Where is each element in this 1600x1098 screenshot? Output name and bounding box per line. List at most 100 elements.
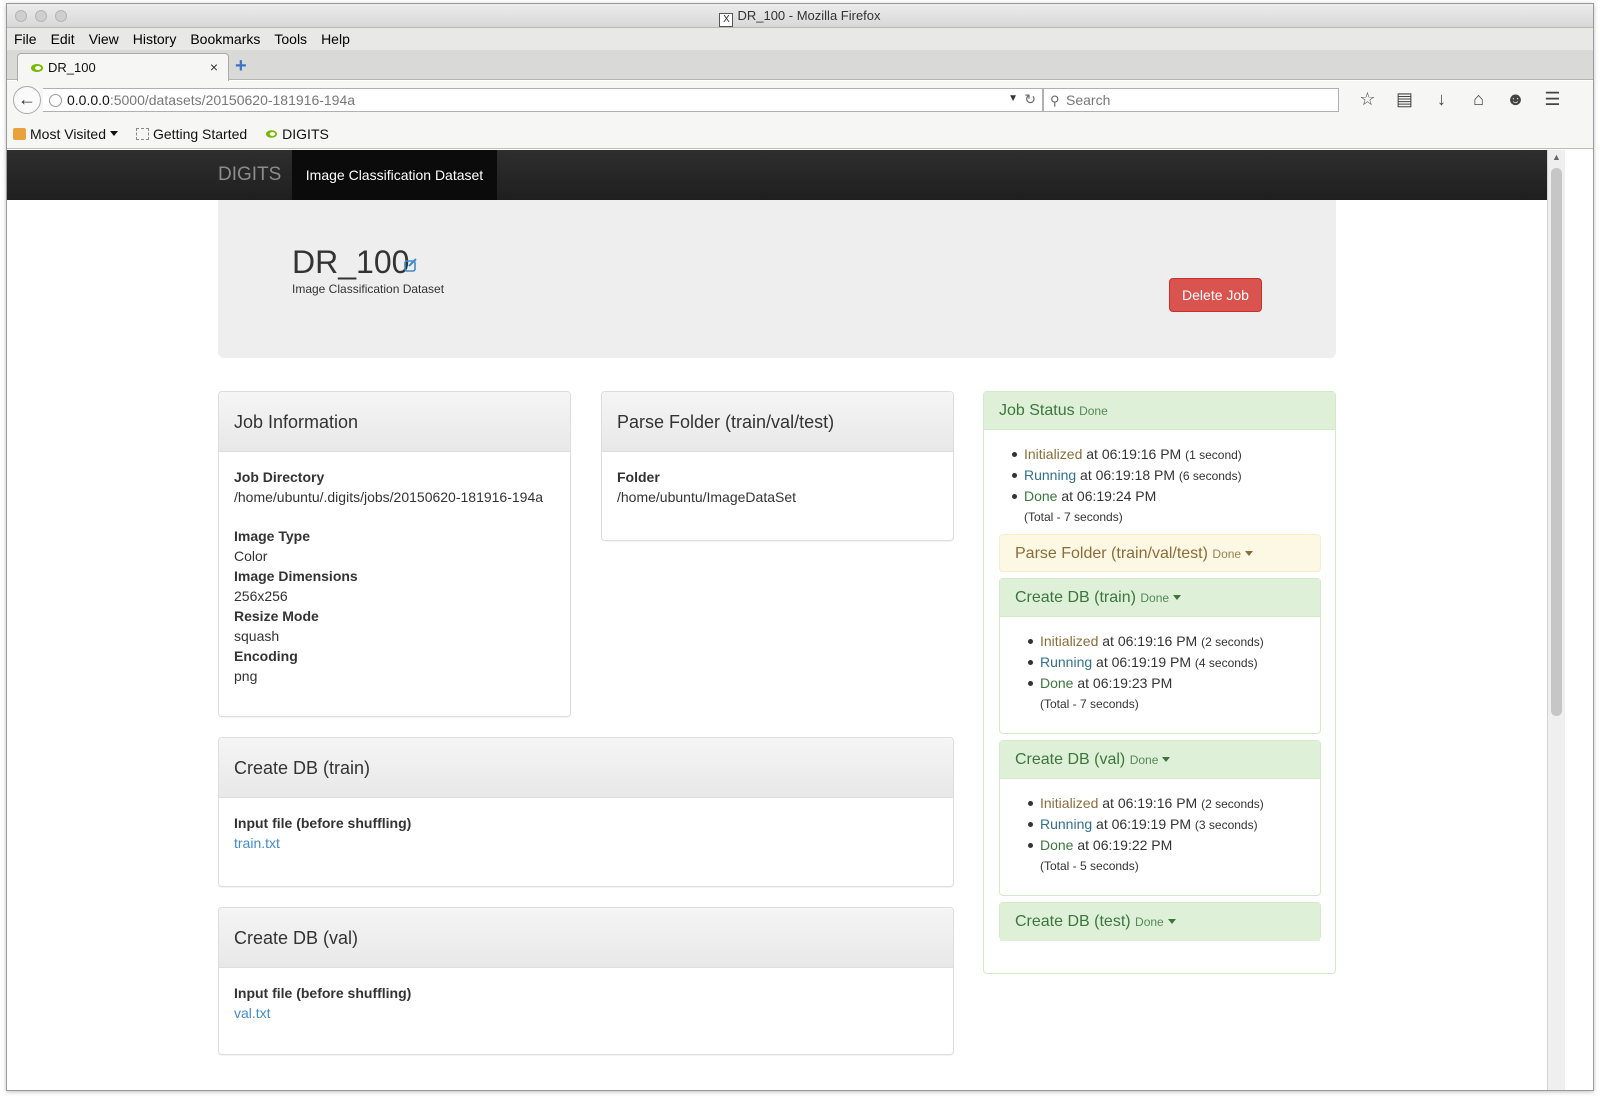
field-label: Encoding [234, 648, 298, 664]
job-header: DR_100 Image Classification Dataset Dele… [218, 200, 1336, 358]
nvidia-icon [31, 64, 43, 72]
field-label: Image Type [234, 528, 310, 544]
tab-label: DR_100 [48, 60, 96, 75]
menu-file[interactable]: File [14, 31, 37, 47]
timeline-item: Done at 06:19:23 PM [1028, 673, 1320, 693]
timeline-item: Running at 06:19:18 PM (6 seconds) [1012, 465, 1335, 486]
task-parse-folder[interactable]: Parse Folder (train/val/test) Done [999, 534, 1321, 572]
field-value: /home/ubuntu/.digits/jobs/20150620-18191… [234, 489, 544, 505]
navigation-bar: ← 0.0.0.0:5000/datasets/20150620-181916-… [7, 81, 1593, 119]
reload-icon[interactable]: ↻ [1024, 91, 1036, 108]
panel-title: Parse Folder (train/val/test) [602, 392, 953, 452]
search-input[interactable]: ⚲ Search [1043, 88, 1339, 112]
total-duration: (Total - 7 seconds) [1040, 697, 1139, 711]
chat-icon[interactable]: ☻ [1497, 89, 1534, 110]
menu-tools[interactable]: Tools [274, 31, 307, 47]
menu-bar: File Edit View History Bookmarks Tools H… [7, 28, 1593, 50]
job-status-panel: Job Status Done Initialized at 06:19:16 … [983, 391, 1336, 974]
new-tab-icon[interactable]: + [235, 56, 255, 76]
reading-list-icon[interactable]: ▤ [1386, 89, 1423, 110]
url-bar[interactable]: 0.0.0.0:5000/datasets/20150620-181916-19… [43, 88, 1043, 112]
browser-window: X DR_100 - Mozilla Firefox File Edit View… [6, 3, 1594, 1091]
task-create-db-test[interactable]: Create DB (test) Done [999, 902, 1321, 941]
status-badge: Done [1079, 404, 1108, 418]
create-db-train-panel: Create DB (train) Input file (before shu… [218, 737, 954, 887]
field-value: /home/ubuntu/ImageDataSet [617, 489, 797, 505]
title-bar: X DR_100 - Mozilla Firefox [7, 4, 1593, 28]
menu-bookmarks[interactable]: Bookmarks [190, 31, 260, 47]
chevron-down-icon [1162, 757, 1171, 762]
url-dropdown-icon[interactable]: ▼ [1008, 93, 1018, 104]
folder-icon [13, 127, 26, 140]
field-value: 256x256 [234, 588, 288, 604]
hamburger-menu-icon[interactable]: ☰ [1534, 89, 1571, 110]
bookmark-getting-started[interactable]: Getting Started [136, 126, 247, 142]
delete-job-button[interactable]: Delete Job [1169, 278, 1262, 312]
field-label: Resize Mode [234, 608, 319, 624]
panel-title: Job Information [219, 392, 570, 452]
panel-title: Create DB (train) [219, 738, 953, 798]
download-icon[interactable]: ↓ [1423, 89, 1460, 110]
field-value: Color [234, 548, 268, 564]
url-path: :5000/datasets/20150620-181916-194a [109, 92, 356, 108]
field-value: squash [234, 628, 280, 644]
tab-dr100[interactable]: DR_100 × [17, 53, 229, 81]
menu-edit[interactable]: Edit [51, 31, 75, 47]
status-timeline: Initialized at 06:19:16 PM (2 seconds) R… [1000, 793, 1320, 855]
status-timeline: Initialized at 06:19:16 PM (2 seconds) R… [1000, 631, 1320, 693]
back-button[interactable]: ← [13, 86, 41, 114]
bookmarks-toolbar: Most Visited Getting Started DIGITS [7, 119, 1593, 149]
edit-icon[interactable] [404, 258, 418, 272]
train-file-link[interactable]: train.txt [234, 833, 938, 853]
field-label: Input file (before shuffling) [234, 815, 412, 831]
field-label: Image Dimensions [234, 568, 358, 584]
job-information-panel: Job Information Job Directory /home/ubun… [218, 391, 571, 717]
field-value: png [234, 668, 258, 684]
task-create-db-val[interactable]: Create DB (val) Done Initialized at 06:1… [999, 740, 1321, 896]
chevron-down-icon [110, 131, 118, 136]
create-db-val-panel: Create DB (val) Input file (before shuff… [218, 907, 954, 1055]
job-type: Image Classification Dataset [292, 282, 445, 296]
window-title: X DR_100 - Mozilla Firefox [7, 8, 1593, 27]
search-icon: ⚲ [1050, 93, 1060, 108]
globe-icon [49, 94, 62, 107]
field-label: Input file (before shuffling) [234, 985, 412, 1001]
menu-history[interactable]: History [133, 31, 177, 47]
val-file-link[interactable]: val.txt [234, 1003, 938, 1023]
field-label: Folder [617, 469, 660, 485]
nav-image-classification-dataset[interactable]: Image Classification Dataset [292, 150, 497, 200]
field-label: Job Directory [234, 469, 325, 485]
page-icon [136, 127, 149, 140]
tab-close-icon[interactable]: × [210, 59, 218, 75]
bookmark-star-icon[interactable]: ☆ [1349, 89, 1386, 110]
job-status-header: Job Status Done [984, 392, 1335, 430]
digits-brand-link[interactable]: DIGITS [218, 164, 281, 186]
bookmark-most-visited[interactable]: Most Visited [13, 126, 118, 142]
scrollbar-thumb[interactable] [1551, 168, 1562, 716]
timeline-item: Done at 06:19:22 PM [1028, 835, 1320, 855]
chevron-down-icon [1167, 919, 1176, 924]
x11-icon: X [719, 13, 734, 27]
timeline-item: Initialized at 06:19:16 PM (2 seconds) [1028, 793, 1320, 814]
job-name: DR_100 [292, 244, 410, 280]
search-placeholder: Search [1066, 92, 1111, 108]
task-create-db-train[interactable]: Create DB (train) Done Initialized at 06… [999, 578, 1321, 734]
tab-strip: DR_100 × + [7, 50, 1593, 81]
scroll-up-icon[interactable]: ▲ [1552, 152, 1561, 162]
timeline-item: Done at 06:19:24 PM [1012, 486, 1335, 506]
toolbar-icons: ☆ ▤ ↓ ⌂ ☻ ☰ [1349, 89, 1571, 110]
timeline-item: Initialized at 06:19:16 PM (1 second) [1012, 444, 1335, 465]
panel-title: Create DB (val) [219, 908, 953, 968]
bookmark-digits[interactable]: DIGITS [265, 126, 329, 142]
page-scrollbar[interactable]: ▲ [1547, 150, 1565, 1090]
chevron-down-icon [1245, 551, 1254, 556]
menu-view[interactable]: View [89, 31, 119, 47]
timeline-item: Running at 06:19:19 PM (3 seconds) [1028, 814, 1320, 835]
total-duration: (Total - 5 seconds) [1040, 859, 1139, 873]
digits-navbar: DIGITS Image Classification Dataset [7, 150, 1547, 200]
home-icon[interactable]: ⌂ [1460, 89, 1497, 110]
menu-help[interactable]: Help [321, 31, 350, 47]
page-content: DIGITS Image Classification Dataset DR_1… [7, 150, 1547, 1090]
status-timeline: Initialized at 06:19:16 PM (1 second) Ru… [984, 444, 1335, 506]
total-duration: (Total - 7 seconds) [1024, 510, 1123, 524]
